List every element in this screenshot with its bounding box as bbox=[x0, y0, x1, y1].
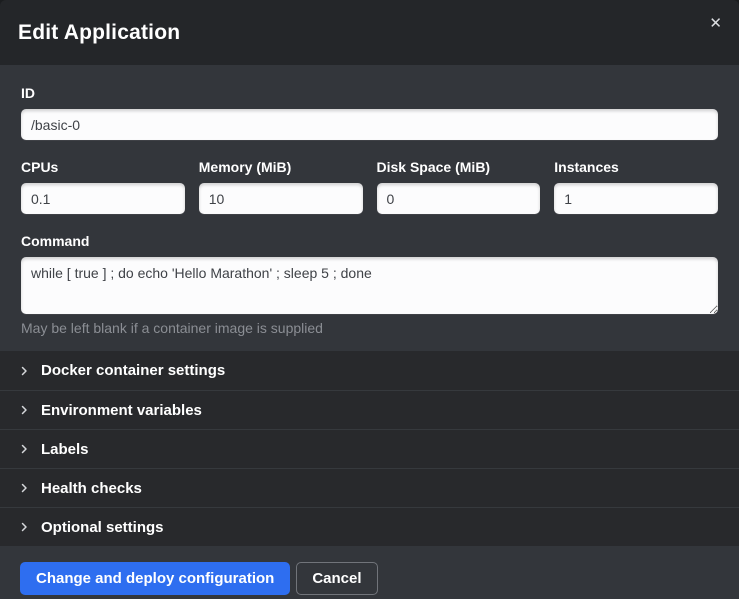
id-label: ID bbox=[21, 85, 718, 101]
cpus-field-group: CPUs bbox=[21, 159, 185, 214]
close-button[interactable]: ✕ bbox=[705, 12, 726, 35]
disk-field-group: Disk Space (MiB) bbox=[377, 159, 541, 214]
section-label: Health checks bbox=[41, 480, 142, 497]
instances-label: Instances bbox=[554, 159, 718, 175]
instances-field-group: Instances bbox=[554, 159, 718, 214]
id-field-group: ID bbox=[21, 85, 718, 140]
chevron-right-icon bbox=[18, 404, 30, 416]
section-label: Docker container settings bbox=[41, 362, 225, 379]
memory-label: Memory (MiB) bbox=[199, 159, 363, 175]
section-docker-container-settings[interactable]: Docker container settings bbox=[0, 351, 739, 390]
collapsible-sections: Docker container settings Environment va… bbox=[0, 351, 739, 546]
command-field-group: Command while [ true ] ; do echo 'Hello … bbox=[21, 233, 718, 336]
section-label: Optional settings bbox=[41, 519, 164, 536]
section-environment-variables[interactable]: Environment variables bbox=[0, 390, 739, 429]
chevron-right-icon bbox=[18, 365, 30, 377]
disk-label: Disk Space (MiB) bbox=[377, 159, 541, 175]
chevron-right-icon bbox=[18, 521, 30, 533]
memory-input[interactable] bbox=[199, 183, 363, 214]
section-label: Environment variables bbox=[41, 402, 202, 419]
section-health-checks[interactable]: Health checks bbox=[0, 468, 739, 507]
modal-title: Edit Application bbox=[18, 21, 180, 45]
resources-row: CPUs Memory (MiB) Disk Space (MiB) Insta… bbox=[21, 159, 718, 214]
chevron-right-icon bbox=[18, 482, 30, 494]
section-labels[interactable]: Labels bbox=[0, 429, 739, 468]
command-label: Command bbox=[21, 233, 718, 249]
cancel-button[interactable]: Cancel bbox=[296, 562, 377, 595]
modal-body: ID CPUs Memory (MiB) Disk Space (MiB) In… bbox=[0, 65, 739, 351]
memory-field-group: Memory (MiB) bbox=[199, 159, 363, 214]
command-help-text: May be left blank if a container image i… bbox=[21, 320, 718, 336]
cpus-label: CPUs bbox=[21, 159, 185, 175]
instances-input[interactable] bbox=[554, 183, 718, 214]
disk-input[interactable] bbox=[377, 183, 541, 214]
modal-header: Edit Application ✕ bbox=[0, 0, 739, 65]
change-and-deploy-button[interactable]: Change and deploy configuration bbox=[20, 562, 290, 595]
edit-application-modal: Edit Application ✕ ID CPUs Memory (MiB) … bbox=[0, 0, 739, 599]
id-input[interactable] bbox=[21, 109, 718, 140]
section-label: Labels bbox=[41, 441, 89, 458]
modal-footer: Change and deploy configuration Cancel bbox=[0, 546, 739, 599]
close-icon: ✕ bbox=[709, 15, 722, 32]
cpus-input[interactable] bbox=[21, 183, 185, 214]
command-textarea[interactable]: while [ true ] ; do echo 'Hello Marathon… bbox=[21, 257, 718, 314]
section-optional-settings[interactable]: Optional settings bbox=[0, 507, 739, 546]
chevron-right-icon bbox=[18, 443, 30, 455]
